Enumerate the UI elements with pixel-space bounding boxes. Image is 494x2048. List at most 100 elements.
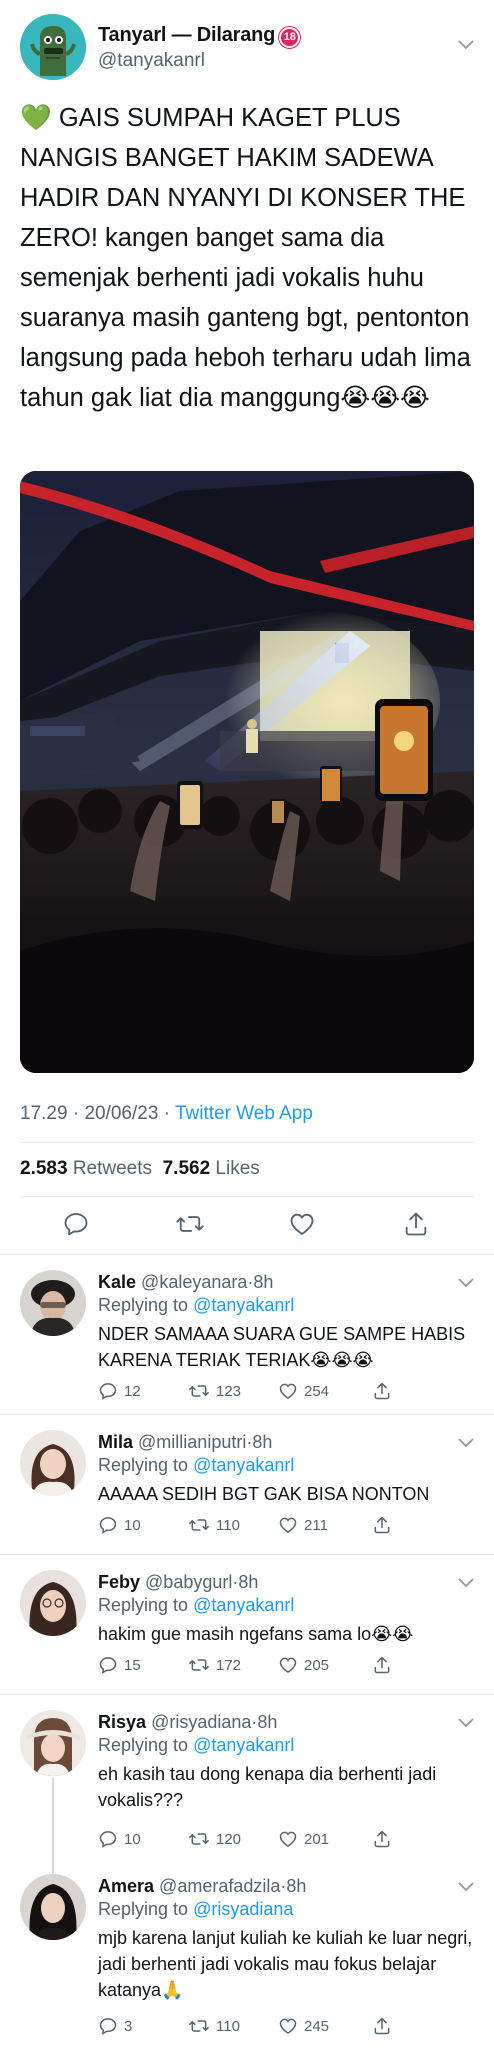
like-count: 254 — [304, 1382, 330, 1400]
like-count: 211 — [304, 1516, 328, 1534]
tweet-text: 💚 GAIS SUMPAH KAGET PLUS NANGIS BANGET H… — [20, 104, 471, 412]
retweet-button[interactable]: 120 — [188, 1829, 241, 1849]
reply-button[interactable]: 12 — [98, 1381, 141, 1401]
handle[interactable]: @tanyakanrl — [98, 50, 205, 72]
like-button[interactable]: 201 — [278, 1829, 329, 1849]
share-icon — [374, 1516, 390, 1534]
reply-header: Feby @babygurl·8h — [98, 1572, 259, 1592]
replying-to-link[interactable]: @risyadiana — [193, 1899, 293, 1919]
chevron-down-icon[interactable] — [458, 1278, 474, 1288]
retweet-button[interactable]: 123 — [188, 1381, 241, 1401]
replying-label: Replying to — [98, 1455, 189, 1475]
reply-tweet[interactable]: Risya @risyadiana·8h Replying to @tanyak… — [0, 1694, 494, 1870]
replying-to-link[interactable]: @tanyakanrl — [193, 1735, 294, 1755]
reply-display-name[interactable]: Risya — [98, 1712, 146, 1732]
tweet-source-link[interactable]: Twitter Web App — [175, 1103, 313, 1124]
share-button[interactable] — [372, 1515, 398, 1535]
share-button[interactable] — [372, 2016, 398, 2036]
tweet-actions — [20, 1210, 474, 1244]
reply-tweet[interactable]: Mila @millianiputri·8h Replying to @tany… — [0, 1414, 494, 1554]
reply-handle[interactable]: @kaleyanara — [141, 1272, 247, 1292]
reply-display-name[interactable]: Kale — [98, 1272, 136, 1292]
chevron-down-icon[interactable] — [458, 1578, 474, 1588]
share-button[interactable] — [372, 1381, 398, 1401]
reply-handle[interactable]: @babygurl — [145, 1572, 232, 1592]
reply-button[interactable]: 10 — [98, 1515, 141, 1535]
retweet-button[interactable]: 110 — [188, 2016, 240, 2036]
reply-count: 15 — [124, 1656, 141, 1674]
replying-to-link[interactable]: @tanyakanrl — [193, 1595, 294, 1615]
likes-label[interactable]: Likes — [215, 1158, 259, 1179]
reply-handle[interactable]: @amerafadzila — [159, 1876, 280, 1896]
avatar[interactable] — [20, 1710, 86, 1776]
reply-handle[interactable]: @millianiputri — [138, 1432, 246, 1452]
tweet-photo[interactable] — [20, 471, 474, 1073]
retweet-count: 110 — [216, 2017, 240, 2035]
chevron-down-icon[interactable] — [458, 1438, 474, 1448]
divider — [20, 1196, 474, 1197]
avatar[interactable] — [20, 1874, 86, 1940]
reply-button[interactable]: 3 — [98, 2016, 132, 2036]
replying-to-link[interactable]: @tanyakanrl — [193, 1455, 294, 1475]
chevron-down-icon[interactable] — [458, 1882, 474, 1892]
like-button[interactable]: 211 — [278, 1515, 328, 1535]
avatar[interactable] — [20, 14, 86, 80]
share-button[interactable] — [372, 1829, 398, 1849]
replying-label: Replying to — [98, 1899, 189, 1919]
share-icon — [374, 2017, 390, 2035]
reply-button[interactable]: 10 — [98, 1829, 141, 1849]
chevron-down-icon[interactable] — [458, 40, 474, 50]
like-button[interactable]: 245 — [278, 2016, 329, 2036]
avatar[interactable] — [20, 1270, 86, 1336]
like-icon[interactable] — [288, 1210, 318, 1240]
retweet-button[interactable]: 110 — [188, 1515, 240, 1535]
reply-time[interactable]: 8h — [286, 1876, 306, 1896]
reply-display-name[interactable]: Mila — [98, 1432, 133, 1452]
reply-icon — [99, 1517, 117, 1534]
reply-tweet[interactable]: Kale @kaleyanara·8h Replying to @tanyaka… — [0, 1254, 494, 1414]
display-name-text: Tanyarl — Dilarang — [98, 24, 276, 46]
share-icon[interactable] — [402, 1210, 432, 1240]
retweet-icon — [189, 1385, 209, 1397]
retweet-button[interactable]: 172 — [188, 1655, 241, 1675]
reply-display-name[interactable]: Amera — [98, 1876, 154, 1896]
reply-display-name[interactable]: Feby — [98, 1572, 140, 1592]
replying-to: Replying to @tanyakanrl — [98, 1735, 294, 1756]
share-button[interactable] — [372, 1655, 398, 1675]
reply-header: Mila @millianiputri·8h — [98, 1432, 273, 1452]
replying-to-link[interactable]: @tanyakanrl — [193, 1295, 294, 1315]
reply-tweet[interactable]: Amera @amerafadzila·8h Replying to @risy… — [0, 1870, 494, 2048]
retweet-icon — [189, 1519, 209, 1531]
reply-handle[interactable]: @risyadiana — [151, 1712, 251, 1732]
reply-tweet[interactable]: Feby @babygurl·8h Replying to @tanyakanr… — [0, 1554, 494, 1694]
avatar[interactable] — [20, 1430, 86, 1496]
like-count[interactable]: 7.562 — [163, 1158, 211, 1179]
reply-time[interactable]: 8h — [253, 1272, 273, 1292]
avatar[interactable] — [20, 1570, 86, 1636]
tweet-timestamp: 17.29 · 20/06/23 · Twitter Web App — [20, 1103, 313, 1125]
reply-actions: 10 120 201 — [98, 1829, 398, 1853]
reply-time[interactable]: 8h — [252, 1432, 272, 1452]
replying-to: Replying to @tanyakanrl — [98, 1295, 294, 1316]
reply-time[interactable]: 8h — [238, 1572, 258, 1592]
like-icon — [279, 1517, 297, 1533]
like-button[interactable]: 205 — [278, 1655, 329, 1675]
like-button[interactable]: 254 — [278, 1381, 329, 1401]
reply-count: 12 — [124, 1382, 141, 1400]
retweet-icon[interactable] — [175, 1210, 205, 1240]
reply-button[interactable]: 15 — [98, 1655, 141, 1675]
reply-time[interactable]: 8h — [257, 1712, 277, 1732]
reply-text: mjb karena lanjut kuliah ke kuliah ke lu… — [98, 1928, 473, 2000]
chevron-down-icon[interactable] — [458, 1718, 474, 1728]
retweet-count[interactable]: 2.583 — [20, 1158, 68, 1179]
replying-to: Replying to @tanyakanrl — [98, 1455, 294, 1476]
retweet-count: 110 — [216, 1516, 240, 1534]
share-icon — [374, 1830, 390, 1848]
retweets-label[interactable]: Retweets — [73, 1158, 152, 1179]
tweet-time: 17.29 — [20, 1103, 68, 1124]
display-name[interactable]: Tanyarl — Dilarang 18 — [98, 24, 301, 48]
like-count: 205 — [304, 1656, 330, 1674]
concert-photo — [20, 471, 474, 1073]
reply-icon[interactable] — [62, 1210, 92, 1240]
reply-header: Kale @kaleyanara·8h — [98, 1272, 274, 1292]
